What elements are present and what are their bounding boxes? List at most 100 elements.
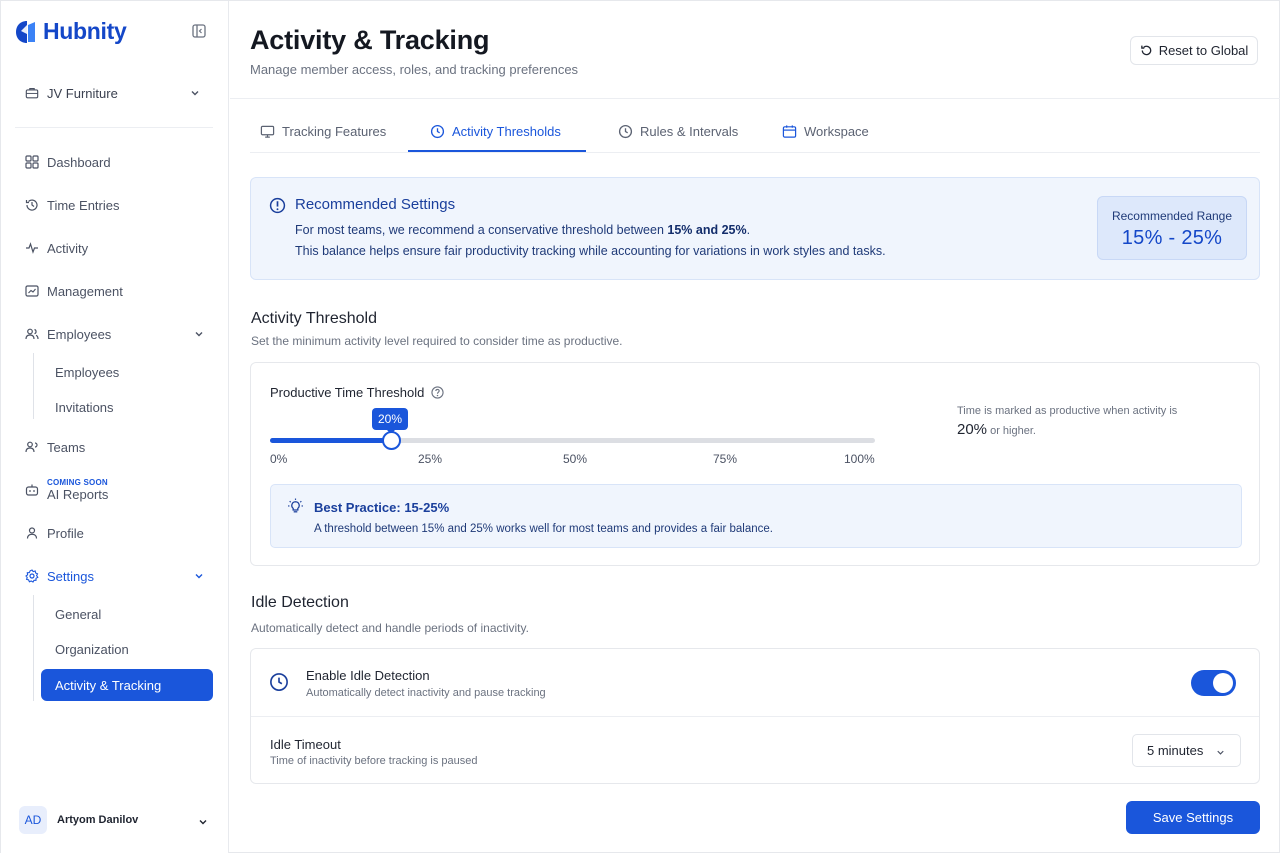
sidebar-item-ai-reports[interactable]: COMING SOON AI Reports: [15, 473, 213, 507]
save-settings-button[interactable]: Save Settings: [1126, 801, 1260, 834]
idle-detection-toggle[interactable]: [1191, 670, 1236, 696]
clock-icon: [618, 124, 633, 138]
sidebar-subitem-invitations[interactable]: Invitations: [41, 391, 213, 423]
activity-threshold-title: Activity Threshold: [251, 310, 377, 327]
sidebar-item-label: Management: [47, 283, 123, 299]
grid-icon: [25, 155, 39, 169]
sidebar-item-teams[interactable]: Teams: [15, 430, 213, 464]
app-window: Hubnity JV Furniture Dashboard Time Entr…: [0, 0, 1280, 853]
select-value: 5 minutes: [1147, 743, 1204, 758]
recommended-title: Recommended Settings: [295, 196, 456, 213]
slider-value-bubble: 20%: [372, 408, 409, 434]
row-divider: [251, 716, 1259, 717]
threshold-card: Productive Time Threshold 20% 0% 25% 50%…: [250, 362, 1260, 566]
clock-icon: [270, 673, 288, 691]
range-value: 15% - 25%: [1121, 227, 1223, 249]
sidebar-item-label: Teams: [47, 439, 86, 455]
sidebar-item-activity[interactable]: Activity: [15, 231, 213, 265]
page-subtitle: Manage member access, roles, and trackin…: [250, 62, 579, 77]
tree-line: [33, 595, 34, 701]
recommended-line-1: For most teams, we recommend a conservat…: [295, 223, 751, 237]
threshold-note: Time is marked as productive when activi…: [957, 405, 1178, 417]
chevron-down-icon: [1217, 750, 1224, 755]
sidebar-divider: [15, 127, 213, 128]
gear-icon: [25, 569, 39, 583]
sidebar-item-dashboard[interactable]: Dashboard: [15, 145, 213, 179]
slider-tick-0: 0%: [270, 452, 288, 466]
slider-thumb[interactable]: [382, 431, 401, 450]
productive-threshold-label: Productive Time Threshold: [270, 385, 445, 400]
sidebar-item-label: Settings: [47, 568, 94, 584]
threshold-slider[interactable]: [270, 431, 875, 450]
idle-timeout-select[interactable]: 5 minutes: [1132, 734, 1241, 767]
sidebar-item-label: Activity: [47, 240, 89, 256]
sidebar-item-label: Time Entries: [47, 197, 120, 213]
header-divider: [230, 98, 1280, 99]
idle-detection-subtitle: Automatically detect and handle periods …: [251, 621, 529, 635]
idle-detection-card: Enable Idle Detection Automatically dete…: [250, 648, 1260, 784]
avatar: AD: [19, 806, 47, 834]
slider-tick-25: 25%: [418, 452, 443, 466]
recommended-range-bold: 15% and 25%: [667, 223, 747, 237]
threshold-note-value: 20% or higher.: [957, 421, 1036, 438]
help-icon[interactable]: [431, 386, 445, 399]
team-icon: [25, 441, 38, 453]
sidebar: Hubnity JV Furniture Dashboard Time Entr…: [1, 1, 229, 853]
reset-to-global-button[interactable]: Reset to Global: [1130, 36, 1258, 65]
user-menu[interactable]: AD Artyom Danilov: [15, 804, 215, 836]
recommended-line-2: This balance helps ensure fair productiv…: [295, 244, 886, 258]
idle-timeout-title: Idle Timeout: [270, 737, 341, 752]
briefcase-icon: [25, 88, 39, 99]
recommended-range-card: Recommended Range 15% - 25%: [1097, 196, 1247, 260]
sidebar-item-time-entries[interactable]: Time Entries: [15, 188, 213, 222]
best-practice-title: Best Practice: 15-25%: [314, 500, 450, 515]
pulse-icon: [26, 242, 38, 254]
clock-icon: [430, 124, 445, 138]
lightbulb-icon: [288, 498, 303, 513]
chevron-down-icon: [191, 91, 199, 96]
idle-timeout-subtitle: Time of inactivity before tracking is pa…: [270, 755, 478, 767]
tab-label: Workspace: [804, 123, 869, 139]
page-title: Activity & Tracking: [250, 25, 490, 55]
sidebar-item-label: AI Reports: [47, 487, 109, 502]
slider-tick-50: 50%: [563, 452, 588, 466]
sidebar-item-profile[interactable]: Profile: [15, 516, 213, 550]
workspace-switcher[interactable]: JV Furniture: [15, 73, 213, 113]
coming-soon-badge: COMING SOON: [47, 478, 108, 487]
enable-idle-subtitle: Automatically detect inactivity and paus…: [306, 687, 546, 699]
tab-bar: Tracking Features Activity Thresholds Ru…: [250, 109, 1260, 153]
tab-label: Activity Thresholds: [452, 123, 561, 139]
chart-box-icon: [25, 285, 39, 297]
sidebar-item-employees[interactable]: Employees: [15, 317, 213, 351]
reset-icon: [1140, 45, 1152, 56]
active-tab-indicator: [408, 150, 586, 152]
idle-detection-title: Idle Detection: [251, 594, 349, 611]
sidebar-collapse-icon[interactable]: [191, 23, 207, 39]
enable-idle-title: Enable Idle Detection: [306, 668, 430, 683]
reset-label: Reset to Global: [1158, 43, 1249, 58]
tab-tracking-features[interactable]: Tracking Features: [260, 109, 386, 153]
slider-tick-100: 100%: [844, 452, 875, 466]
user-name: Artyom Danilov: [57, 814, 139, 826]
tab-workspace[interactable]: Workspace: [782, 109, 869, 153]
sidebar-subitem-activity-tracking[interactable]: Activity & Tracking: [41, 669, 213, 701]
sidebar-subitem-employees[interactable]: Employees: [41, 356, 213, 388]
label-text: Productive Time Threshold: [270, 385, 425, 400]
chevron-down-icon: [195, 574, 203, 579]
tab-label: Rules & Intervals: [640, 123, 739, 139]
sidebar-item-settings[interactable]: Settings: [15, 559, 213, 593]
sidebar-subitem-organization[interactable]: Organization: [41, 633, 213, 665]
tab-label: Tracking Features: [282, 123, 387, 139]
slider-tick-75: 75%: [713, 452, 738, 466]
range-label: Recommended Range: [1111, 209, 1233, 223]
users-icon: [25, 328, 39, 340]
tab-rules-intervals[interactable]: Rules & Intervals: [618, 109, 738, 153]
sidebar-item-management[interactable]: Management: [15, 274, 213, 308]
sidebar-item-label: Employees: [47, 326, 112, 342]
recommended-settings-panel: Recommended Settings For most teams, we …: [250, 177, 1260, 280]
history-icon: [25, 199, 38, 211]
logo[interactable]: Hubnity: [15, 18, 127, 45]
tab-activity-thresholds[interactable]: Activity Thresholds: [430, 109, 561, 153]
sidebar-subitem-general[interactable]: General: [41, 598, 213, 630]
chevron-down-icon: [195, 332, 203, 337]
